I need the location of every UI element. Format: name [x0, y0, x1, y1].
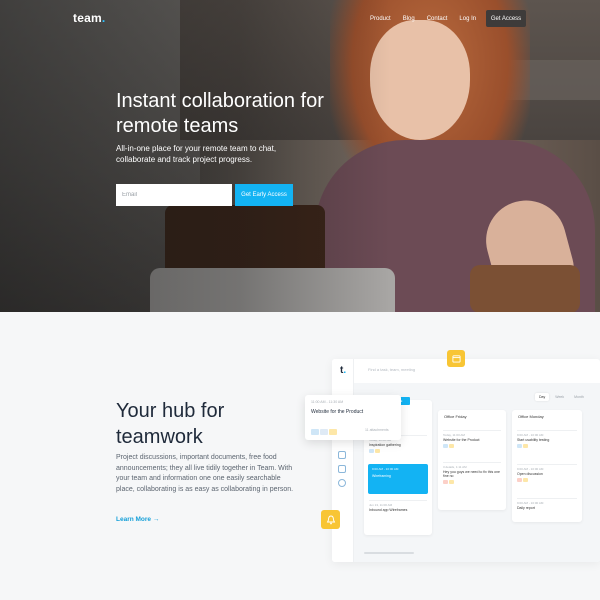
hero-subtitle: All-in-one place for your remote team to… — [116, 144, 277, 164]
hub-description: Project discussions, important documents… — [116, 454, 294, 493]
nav-link-blog[interactable]: Blog — [403, 16, 415, 22]
app-sidebar: t. — [332, 359, 354, 562]
task-card: 3 details, 1:11 AM Hey you guys we need … — [443, 462, 501, 484]
bell-badge-icon — [321, 510, 340, 529]
people-icon — [338, 465, 346, 473]
site-logo[interactable]: team. — [73, 11, 105, 25]
hero-title: Instant collaboration for remote teams — [116, 90, 324, 137]
nav-link-login[interactable]: Log In — [459, 16, 476, 22]
get-access-button[interactable]: Get Access — [486, 10, 526, 27]
task-card: 9:00 AM - 10:00 AM Start usability testi… — [517, 430, 577, 448]
learn-more-link[interactable]: Learn More → — [116, 516, 159, 523]
task-card: Today, 11:00 AM Website for the Product — [443, 430, 501, 448]
avatar-icon — [320, 429, 328, 435]
tab-week: Week — [555, 395, 565, 399]
calendar-badge-icon — [447, 350, 465, 367]
nav-link-contact[interactable]: Contact — [427, 16, 448, 22]
chat-icon — [338, 479, 346, 487]
view-tabs: Day Week Month — [535, 393, 588, 401]
board-scrollbar[interactable] — [364, 552, 414, 554]
hub-title: Your hub for teamwork — [116, 400, 225, 448]
task-card: Jun 13, 11:00 AM Inbound app Wireframes — [369, 500, 427, 512]
task-card: 9:00 AM - 10:00 AM Daily report — [517, 498, 577, 510]
share-icon — [311, 429, 319, 435]
board-column-monday: Office Monday 9:00 AM - 10:00 AM Start u… — [512, 410, 582, 522]
tab-month: Month — [574, 395, 584, 399]
task-popup-card: 11:00 AM - 11:30 AM Website for the Prod… — [305, 395, 401, 440]
tag-icon — [329, 429, 337, 435]
get-early-access-button[interactable]: Get Early Access — [235, 184, 293, 206]
tab-day: Day — [535, 393, 550, 401]
task-card-highlighted: 9:00 AM - 10:00 AM Wireframing — [368, 464, 428, 494]
top-nav: Product Blog Contact Log In — [370, 16, 488, 22]
app-logo: t. — [340, 365, 347, 376]
email-input[interactable] — [116, 184, 232, 206]
app-search-input: Find a task, team, meeting — [368, 367, 416, 372]
nav-link-product[interactable]: Product — [370, 16, 391, 22]
board-column-friday: Office Friday Today, 11:00 AM Website fo… — [438, 410, 506, 510]
task-card: 9:00 AM - 10:00 AM Open discussion — [517, 464, 577, 482]
attachments-count: 11 attachments — [365, 428, 389, 432]
calendar-icon — [338, 451, 346, 459]
